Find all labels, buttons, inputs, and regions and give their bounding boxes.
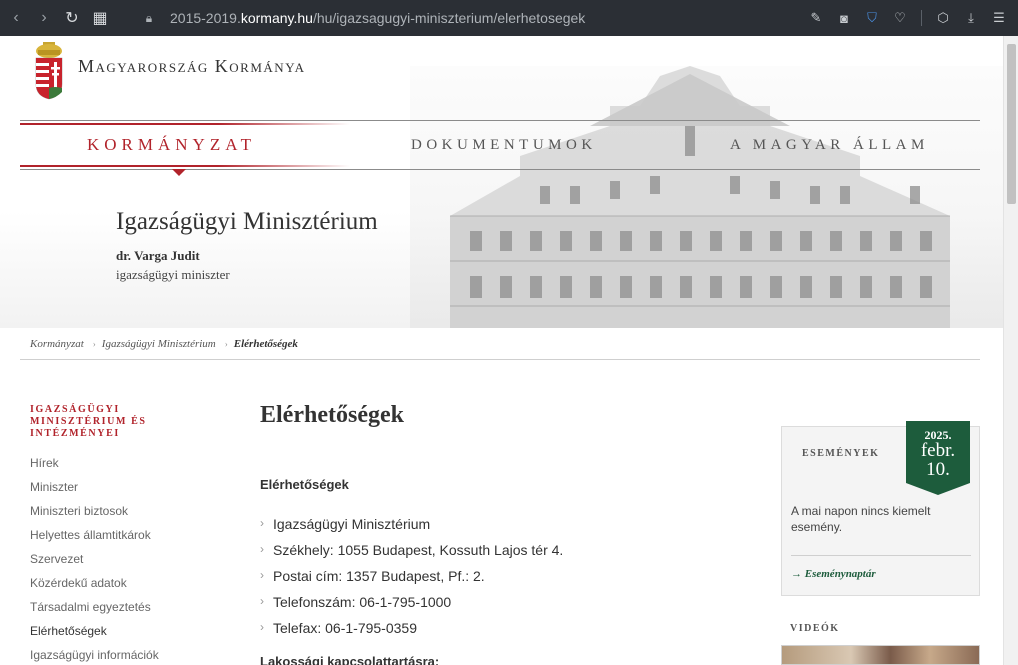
scrollbar-thumb[interactable]: [1007, 44, 1016, 204]
page-scrollbar[interactable]: [1003, 36, 1018, 665]
site-name: Magyarország Kormánya: [78, 55, 306, 76]
url-prefix: 2015-2019.: [170, 10, 241, 26]
minister-role: igazságügyi miniszter: [116, 267, 230, 282]
forward-button[interactable]: ›: [30, 4, 58, 32]
sidebar-item-szervezet[interactable]: Szervezet: [30, 550, 230, 574]
minister-name[interactable]: dr. Varga Judit: [116, 248, 378, 264]
back-button[interactable]: ‹: [2, 4, 30, 32]
topnav-kormanyzat[interactable]: Kormányzat: [87, 135, 256, 155]
contact-list: Igazságügyi Minisztérium Székhely: 1055 …: [260, 513, 760, 644]
lock-icon: 🔒︎: [145, 10, 153, 25]
address-bar[interactable]: 🔒︎ 2015-2019. kormany.hu/hu/igazsagugyi-m…: [140, 5, 800, 31]
shield-icon[interactable]: ⛉: [861, 7, 883, 29]
date-day: 10.: [926, 459, 950, 480]
page: Magyarország Kormánya Kormányzat Dokumen…: [0, 36, 1003, 665]
coat-of-arms-icon: [35, 42, 63, 100]
sidebar-item-miniszteri-biztosok[interactable]: Miniszteri biztosok: [30, 502, 230, 526]
site-logo[interactable]: Magyarország Kormánya: [34, 42, 306, 100]
section-title: Elérhetőségek: [260, 477, 349, 492]
contact-item: Székhely: 1055 Budapest, Kossuth Lajos t…: [260, 539, 760, 566]
breadcrumb-separator-icon: ›: [92, 338, 96, 349]
nav-accent-line-bottom: [20, 165, 350, 167]
main-content: Elérhetőségek Elérhetőségek Igazságügyi …: [260, 402, 760, 665]
browser-toolbar: ‹ › ↻ ▦ 🔒︎ 2015-2019. kormany.hu/hu/igazs…: [0, 0, 1018, 36]
sidebar-item-kozerdeku-adatok[interactable]: Közérdekű adatok: [30, 574, 230, 598]
breadcrumb-item[interactable]: Kormányzat: [30, 338, 84, 350]
contact-item: Postai cím: 1357 Budapest, Pf.: 2.: [260, 565, 760, 592]
contact-item: Igazságügyi Minisztérium: [260, 513, 760, 540]
ministry-title[interactable]: Igazságügyi Minisztérium: [116, 208, 378, 236]
sidebar-item-helyettes-allamtitkarok[interactable]: Helyettes államtitkárok: [30, 526, 230, 550]
events-empty-text: A mai napon nincs kiemelt esemény.: [791, 504, 931, 534]
page-title: Elérhetőségek: [260, 402, 404, 428]
event-calendar-link[interactable]: → Eseménynaptár: [791, 568, 876, 580]
top-navigation: Kormányzat Dokumentumok A magyar állam: [20, 120, 980, 176]
videos-title: Videók: [790, 623, 840, 634]
sidebar-heading[interactable]: Igazságügyi Minisztérium és intézményei: [30, 404, 170, 440]
nav-accent-line-top: [20, 123, 350, 125]
contact-item: Telefax: 06-1-795-0359: [260, 617, 760, 644]
reload-button[interactable]: ↻: [58, 4, 86, 32]
topnav-a-magyar-allam[interactable]: A magyar állam: [730, 137, 929, 154]
download-icon[interactable]: ⤓: [960, 7, 982, 29]
breadcrumb: Kormányzat › Igazságügyi Minisztérium › …: [20, 328, 980, 360]
sidebar-item-miniszter[interactable]: Miniszter: [30, 478, 230, 502]
active-tab-caret: [172, 169, 186, 176]
sidebar-item-tarsadalmi-egyeztetes[interactable]: Társadalmi egyeztetés: [30, 598, 230, 622]
toolbar-divider: [921, 10, 922, 26]
building-illustration: [410, 66, 1003, 328]
video-thumbnail[interactable]: [781, 645, 980, 665]
section-title-secondary: Lakossági kapcsolattartásra:: [260, 654, 440, 665]
sidebar-item-igazsagugyi-informaciok[interactable]: Igazságügyi információk: [30, 646, 230, 665]
breadcrumb-current: Elérhetőségek: [233, 337, 298, 350]
sidebar-menu: Hírek Miniszter Miniszteri biztosok Hely…: [30, 454, 230, 665]
breadcrumb-separator-icon: ›: [224, 338, 228, 349]
menu-icon[interactable]: ☰: [988, 7, 1010, 29]
url-host: kormany.hu: [240, 10, 313, 26]
sidebar-item-hirek[interactable]: Hírek: [30, 454, 230, 478]
edit-icon[interactable]: ✎: [805, 7, 827, 29]
camera-icon[interactable]: ◙: [833, 7, 855, 29]
topnav-dokumentumok[interactable]: Dokumentumok: [411, 137, 597, 154]
breadcrumb-item[interactable]: Igazságügyi Minisztérium: [102, 338, 216, 350]
sidebar: Igazságügyi Minisztérium és intézményei …: [30, 404, 230, 665]
site-header: Magyarország Kormánya Kormányzat Dokumen…: [0, 36, 1003, 328]
heart-icon[interactable]: ♡: [889, 7, 911, 29]
cube-icon[interactable]: ⬡: [932, 7, 954, 29]
url-path: /hu/igazsagugyi-miniszterium/elerhetoseg…: [312, 10, 586, 26]
events-title: Események: [802, 448, 880, 459]
contact-item: Telefonszám: 06-1-795-1000: [260, 591, 760, 618]
sidebar-item-elerhetosegek[interactable]: Elérhetőségek: [30, 622, 230, 646]
date-badge: 2025. febr. 10.: [906, 421, 970, 495]
events-divider: [791, 555, 971, 556]
tabs-grid-button[interactable]: ▦: [86, 4, 114, 32]
ministry-heading: Igazságügyi Minisztérium dr. Varga Judit…: [116, 208, 378, 283]
